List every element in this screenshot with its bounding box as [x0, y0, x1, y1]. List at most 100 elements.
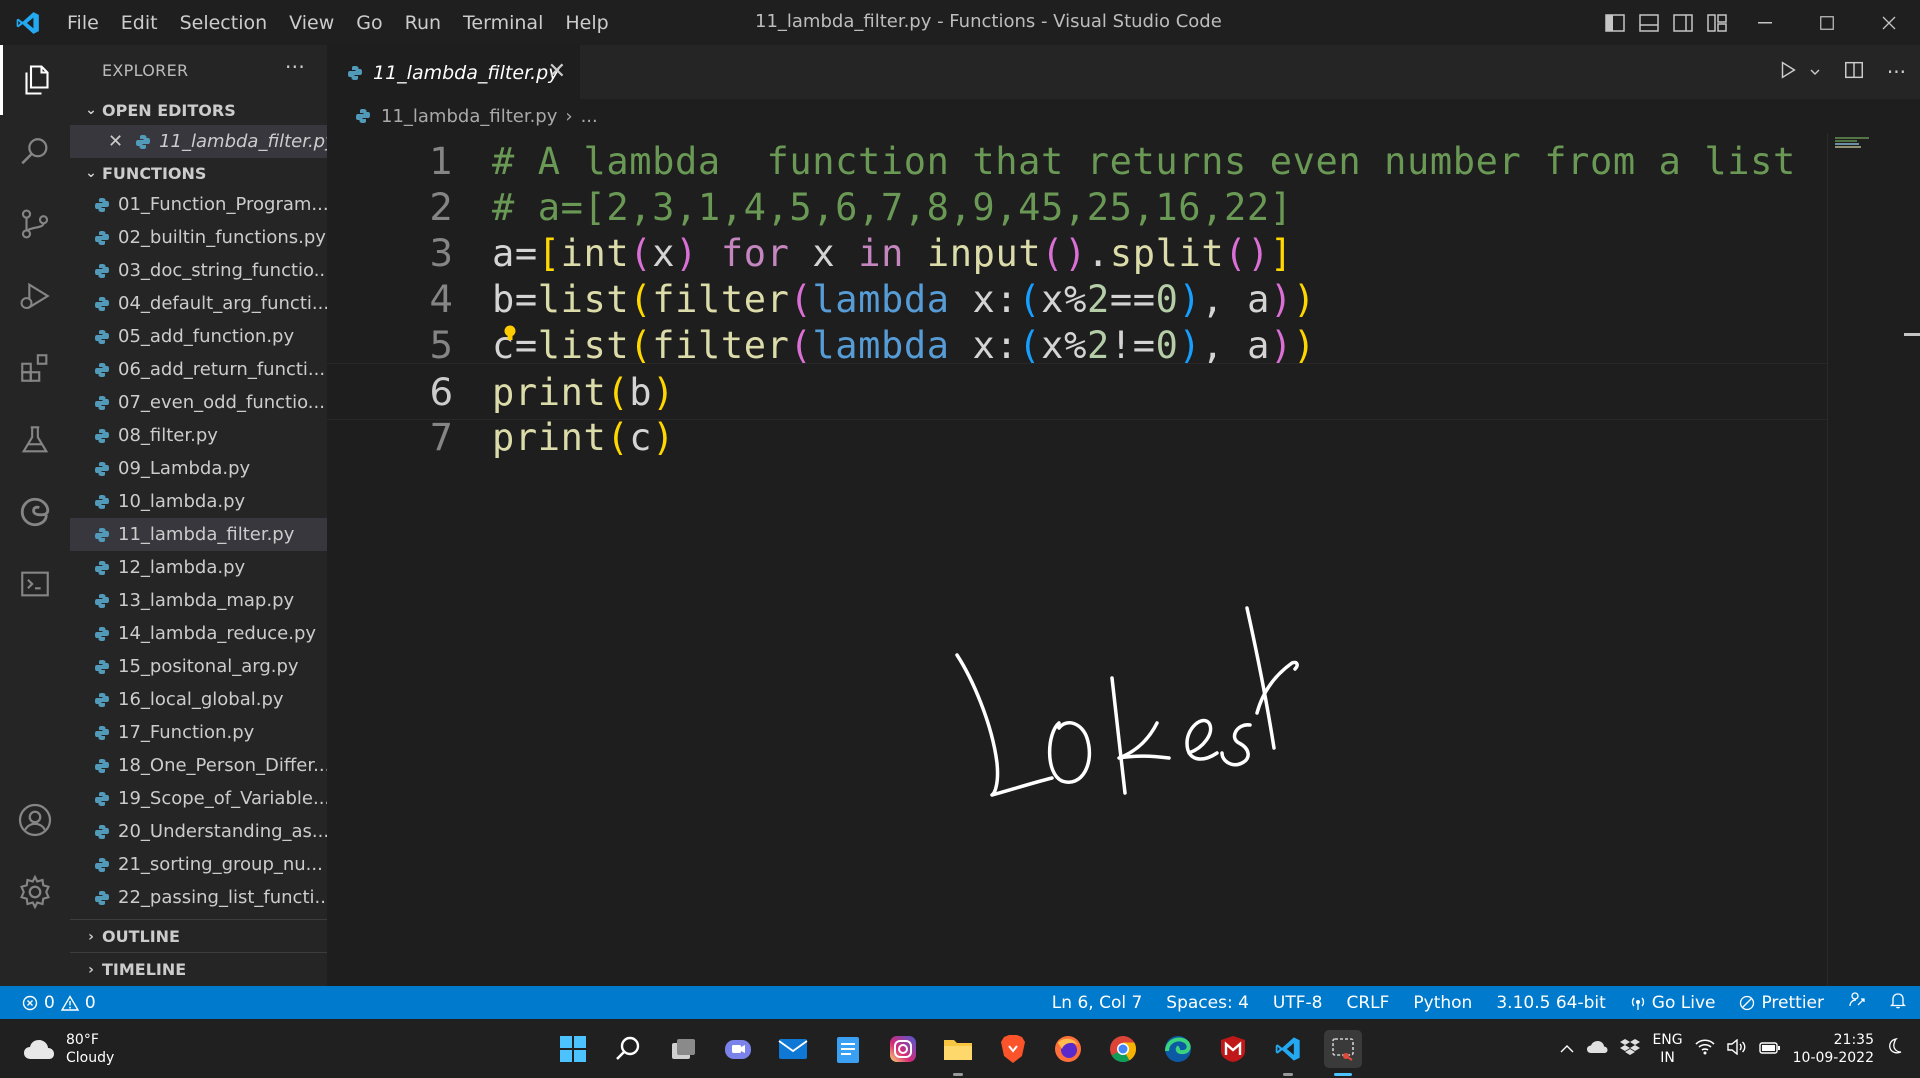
- outline-section[interactable]: › OUTLINE: [70, 919, 327, 952]
- open-editor-item[interactable]: ✕ 11_lambda_filter.py: [70, 125, 327, 158]
- file-item[interactable]: 01_Function_Program...: [70, 188, 327, 221]
- menu-help[interactable]: Help: [554, 12, 619, 34]
- encoding[interactable]: UTF-8: [1273, 993, 1323, 1013]
- scrollbar-thumb[interactable]: [1904, 333, 1920, 336]
- close-editor-icon[interactable]: ✕: [108, 131, 123, 152]
- wifi-icon[interactable]: [1695, 1038, 1715, 1059]
- file-item[interactable]: 17_Function.py: [70, 716, 327, 749]
- input-language[interactable]: ENG IN: [1652, 1031, 1682, 1067]
- system-clock[interactable]: 21:35 10-09-2022: [1793, 1031, 1874, 1067]
- vscode-taskbar-icon[interactable]: [1269, 1030, 1307, 1076]
- onedrive-cloud-icon[interactable]: [1586, 1039, 1608, 1058]
- snipping-tool-icon[interactable]: [1324, 1029, 1362, 1076]
- menu-selection[interactable]: Selection: [169, 12, 279, 34]
- battery-icon[interactable]: [1758, 1039, 1781, 1058]
- breadcrumb-file[interactable]: 11_lambda_filter.py: [381, 106, 557, 127]
- file-item[interactable]: 16_local_global.py: [70, 683, 327, 716]
- close-tab-icon[interactable]: ✕: [548, 59, 566, 84]
- open-editors-section[interactable]: ⌄ OPEN EDITORS: [70, 95, 327, 125]
- chevron-down-icon[interactable]: [1809, 63, 1821, 82]
- file-item[interactable]: 13_lambda_map.py: [70, 584, 327, 617]
- file-item[interactable]: 08_filter.py: [70, 419, 327, 452]
- file-item[interactable]: 05_add_function.py: [70, 320, 327, 353]
- python-interpreter[interactable]: 3.10.5 64-bit: [1496, 993, 1605, 1013]
- weather-widget[interactable]: 80°F Cloudy: [22, 1031, 114, 1067]
- explorer-icon[interactable]: [0, 45, 70, 115]
- functions-folder-section[interactable]: ⌄ FUNCTIONS: [70, 158, 327, 188]
- settings-gear-icon[interactable]: [0, 857, 70, 927]
- file-item[interactable]: 10_lambda.py: [70, 485, 327, 518]
- minimize-icon[interactable]: [1734, 0, 1796, 45]
- file-item[interactable]: 20_Understanding_as...: [70, 815, 327, 848]
- menu-edit[interactable]: Edit: [110, 12, 169, 34]
- file-item[interactable]: 22_passing_list_functi...: [70, 881, 327, 914]
- task-view-icon[interactable]: [664, 1030, 702, 1068]
- mail-icon[interactable]: [774, 1030, 812, 1068]
- end-of-line[interactable]: CRLF: [1346, 993, 1389, 1013]
- file-item[interactable]: 14_lambda_reduce.py: [70, 617, 327, 650]
- taskbar-search-icon[interactable]: [609, 1030, 647, 1068]
- file-item[interactable]: 06_add_return_functi...: [70, 353, 327, 386]
- run-and-debug-icon[interactable]: [0, 261, 70, 331]
- timeline-section[interactable]: › TIMELINE: [70, 952, 327, 985]
- file-item[interactable]: 12_lambda.py: [70, 551, 327, 584]
- chrome-icon[interactable]: [1104, 1030, 1142, 1068]
- edge-devtools-icon[interactable]: [0, 477, 70, 547]
- menu-terminal[interactable]: Terminal: [452, 12, 554, 34]
- file-explorer-icon[interactable]: [939, 1030, 977, 1076]
- teams-chat-icon[interactable]: [719, 1030, 757, 1068]
- cursor-position[interactable]: Ln 6, Col 7: [1052, 993, 1143, 1013]
- focus-assist-moon-icon[interactable]: [1886, 1037, 1902, 1060]
- mcafee-icon[interactable]: [1214, 1030, 1252, 1068]
- file-item[interactable]: 09_Lambda.py: [70, 452, 327, 485]
- source-control-icon[interactable]: [0, 189, 70, 259]
- volume-icon[interactable]: [1726, 1038, 1747, 1059]
- file-item[interactable]: 15_positonal_arg.py: [70, 650, 327, 683]
- minimap[interactable]: [1827, 133, 1920, 986]
- menu-file[interactable]: File: [56, 12, 110, 34]
- menu-view[interactable]: View: [278, 12, 345, 34]
- toggle-panel-icon[interactable]: [1632, 0, 1666, 45]
- run-python-file-icon[interactable]: [1777, 59, 1799, 85]
- toggle-secondary-sidebar-icon[interactable]: [1666, 0, 1700, 45]
- file-item[interactable]: 21_sorting_group_nu...: [70, 848, 327, 881]
- chevron-up-icon[interactable]: [1560, 1039, 1574, 1058]
- more-actions-icon[interactable]: ···: [285, 55, 305, 79]
- file-item[interactable]: 18_One_Person_Differ...: [70, 749, 327, 782]
- terminal-panel-icon[interactable]: [0, 549, 70, 619]
- file-item[interactable]: 03_doc_string_functio...: [70, 254, 327, 287]
- file-item[interactable]: 11_lambda_filter.py: [70, 518, 327, 551]
- instagram-icon[interactable]: [884, 1030, 922, 1068]
- accounts-icon[interactable]: [0, 785, 70, 855]
- toggle-primary-sidebar-icon[interactable]: [1598, 0, 1632, 45]
- code-editor[interactable]: 1 # A lambda function that returns even …: [327, 133, 1827, 986]
- firefox-icon[interactable]: [1049, 1030, 1087, 1068]
- extensions-icon[interactable]: [0, 333, 70, 403]
- search-icon[interactable]: [0, 117, 70, 187]
- prettier-button[interactable]: Prettier: [1739, 993, 1824, 1013]
- more-actions-icon[interactable]: ···: [1887, 60, 1906, 84]
- problems-indicator[interactable]: 0 0: [0, 993, 96, 1013]
- dropbox-icon[interactable]: [1620, 1038, 1641, 1060]
- file-item[interactable]: 04_default_arg_functi...: [70, 287, 327, 320]
- close-window-icon[interactable]: [1858, 0, 1920, 45]
- language-mode[interactable]: Python: [1413, 993, 1472, 1013]
- tab-11-lambda-filter[interactable]: 11_lambda_filter.py ✕: [327, 45, 580, 99]
- brave-browser-icon[interactable]: [994, 1030, 1032, 1068]
- file-item[interactable]: 07_even_odd_functio...: [70, 386, 327, 419]
- go-live-button[interactable]: Go Live: [1630, 993, 1715, 1013]
- windows-start-icon[interactable]: [554, 1030, 592, 1068]
- customize-layout-icon[interactable]: [1700, 0, 1734, 45]
- testing-icon[interactable]: [0, 405, 70, 475]
- breadcrumb-symbols[interactable]: ...: [581, 106, 598, 127]
- maximize-icon[interactable]: [1796, 0, 1858, 45]
- edge-browser-icon[interactable]: [1159, 1030, 1197, 1068]
- file-item[interactable]: 02_builtin_functions.py: [70, 221, 327, 254]
- notepad-icon[interactable]: [829, 1030, 867, 1068]
- menu-run[interactable]: Run: [394, 12, 452, 34]
- split-editor-icon[interactable]: [1843, 59, 1865, 85]
- feedback-icon[interactable]: [1848, 991, 1866, 1014]
- indentation[interactable]: Spaces: 4: [1166, 993, 1249, 1013]
- notifications-bell-icon[interactable]: [1889, 991, 1907, 1014]
- file-item[interactable]: 19_Scope_of_Variable...: [70, 782, 327, 815]
